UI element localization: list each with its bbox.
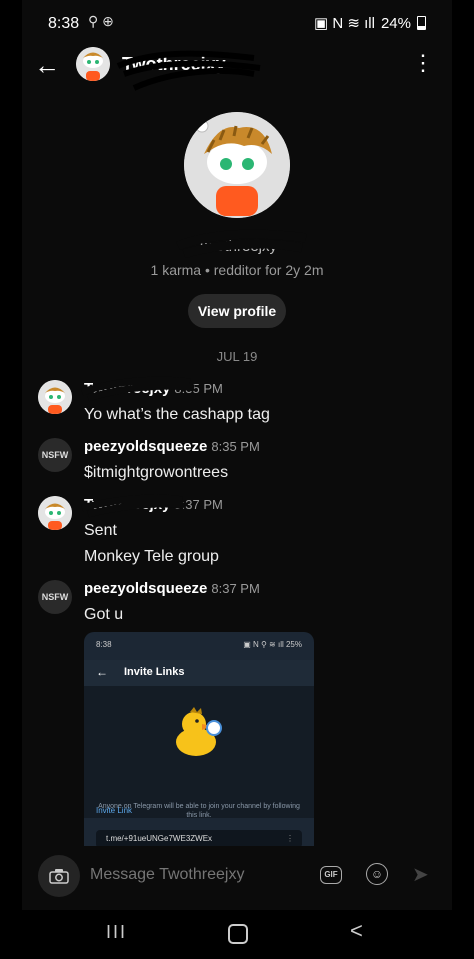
attachment-app-bar: ← Invite Links <box>84 660 314 686</box>
message-time: 8:35 PM <box>211 439 260 454</box>
message-avatar[interactable] <box>38 380 72 414</box>
image-attachment[interactable]: 8:38 ▣ N ⚲ ≋ ıll 25% ← Invite Links Anyo… <box>84 632 314 846</box>
date-separator: JUL 19 <box>216 349 258 364</box>
app-bar: ← Twothreejxy ⋮ <box>22 44 452 91</box>
status-left-icons: ⚲ ⊕ <box>88 13 114 29</box>
header-title: Twothreejxy <box>122 54 226 74</box>
nsfw-avatar[interactable]: NSFW <box>38 438 72 472</box>
message-time: 8:37 PM <box>211 581 260 596</box>
message-author[interactable]: Twothreejxy <box>84 496 170 513</box>
duck-icon <box>176 707 222 756</box>
status-bar: 8:38 ⚲ ⊕ ▣ N ≋ ıll 24% <box>22 0 452 48</box>
status-right-icons: ▣ N ≋ ıll <box>314 15 375 32</box>
message-avatar[interactable] <box>38 496 72 530</box>
attachment-status-right: ▣ N ⚲ ≋ ıll 25% <box>243 640 302 649</box>
message-text: $itmightgrowontrees <box>84 464 229 481</box>
message-meta: peezyoldsqueeze 8:35 PM <box>84 438 260 455</box>
message-author[interactable]: peezyoldsqueeze <box>84 580 207 597</box>
message-text: Monkey Tele group <box>84 548 219 565</box>
invite-link-label: Invite Link <box>96 806 133 815</box>
recent-apps-button[interactable]: III <box>106 922 127 943</box>
attachment-body: Anyone on Telegram will be able to join … <box>84 686 314 819</box>
message-text: Yo what’s the cashapp tag <box>84 406 270 423</box>
emoji-icon[interactable]: ☺ <box>366 863 388 885</box>
profile-avatar[interactable] <box>184 112 290 218</box>
attachment-status-bar: 8:38 ▣ N ⚲ ≋ ıll 25% <box>84 632 314 660</box>
attachment-title: Invite Links <box>124 666 185 678</box>
send-icon[interactable]: ➤ <box>412 862 429 887</box>
attachment-back-arrow-icon: ← <box>96 665 108 679</box>
message-text: Got u <box>84 606 124 623</box>
header-avatar[interactable] <box>76 47 110 81</box>
battery-percent: 24% <box>380 14 411 32</box>
invite-link-value: t.me/+91ueUNGe7WE3ZWEx <box>106 834 213 843</box>
profile-name: Twothreejxy <box>196 238 278 255</box>
attachment-status-time: 8:38 <box>96 640 112 649</box>
status-time: 8:38 <box>48 15 80 32</box>
more-options-icon[interactable]: ⋮ <box>412 52 434 74</box>
karma-info: 1 karma • redditor for 2y 2m <box>150 262 324 278</box>
view-profile-button[interactable]: View profile <box>188 294 286 328</box>
nsfw-avatar[interactable]: NSFW <box>38 580 72 614</box>
status-right: ▣ N ≋ ıll 24% <box>314 14 426 32</box>
link-menu-icon: ⋮ <box>286 834 294 843</box>
message-meta: Twothreejxy 8:35 PM <box>84 380 223 397</box>
message-meta: Twothreejxy 8:37 PM <box>84 496 223 513</box>
gif-button[interactable]: GIF <box>320 866 342 884</box>
chat-screen: 8:38 ⚲ ⊕ ▣ N ≋ ıll 24% ← Twothreejxy ⋮ T… <box>22 0 452 959</box>
snoo-avatar-icon <box>38 496 72 530</box>
snoo-avatar-icon <box>38 380 72 414</box>
camera-icon[interactable] <box>38 855 80 897</box>
message-time: 8:37 PM <box>174 497 223 512</box>
message-author[interactable]: peezyoldsqueeze <box>84 438 207 455</box>
message-text: Sent <box>84 522 117 539</box>
battery-icon <box>417 16 426 30</box>
camera-glyph <box>49 868 69 884</box>
message-time: 8:35 PM <box>174 381 223 396</box>
snoo-avatar-icon <box>184 112 290 218</box>
system-nav-bar: III < <box>22 910 452 959</box>
message-composer: GIF ☺ ➤ <box>22 846 452 910</box>
back-arrow-icon[interactable]: ← <box>34 52 60 78</box>
nav-back-button[interactable]: < <box>350 918 363 944</box>
message-meta: peezyoldsqueeze 8:37 PM <box>84 580 260 597</box>
invite-link-field: t.me/+91ueUNGe7WE3ZWEx ⋮ <box>96 830 302 846</box>
home-button[interactable] <box>228 924 248 944</box>
message-input[interactable] <box>90 866 290 884</box>
snoo-avatar-icon <box>76 47 110 81</box>
message-author[interactable]: Twothreejxy <box>84 380 170 397</box>
